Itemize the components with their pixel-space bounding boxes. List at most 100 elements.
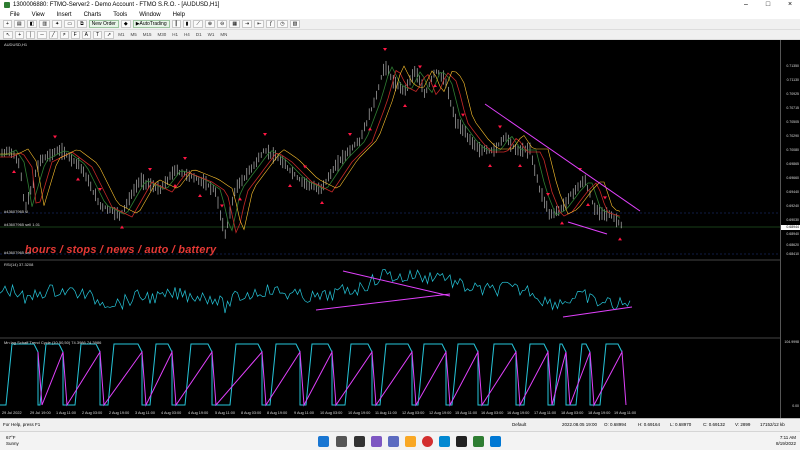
market-watch-icon[interactable]: ◧	[26, 20, 38, 28]
new-order-button[interactable]: New Order	[88, 20, 119, 28]
timeframe-h1[interactable]: H1	[170, 32, 180, 37]
tester-icon[interactable]: ⧉	[77, 20, 87, 28]
fractal-arrow	[403, 104, 407, 107]
arrows-icon[interactable]: ➚	[104, 30, 115, 39]
timeframe-m15[interactable]: M15	[141, 32, 154, 37]
bar-chart-icon[interactable]: ┃	[171, 20, 181, 28]
chart-canvas[interactable]	[0, 40, 780, 418]
crosshair-icon[interactable]: +	[15, 30, 25, 39]
symbol-label: AUDUSD,H1	[4, 42, 28, 47]
data-window-icon[interactable]: ▥	[39, 20, 51, 28]
timeframe-m1[interactable]: M1	[116, 32, 126, 37]
autoscroll-icon[interactable]: ⇥	[242, 20, 253, 28]
task-view-icon[interactable]	[354, 436, 365, 447]
timeframe-m5[interactable]: M5	[129, 32, 139, 37]
teams-icon[interactable]	[388, 436, 399, 447]
time-label: 29 Jul 2022	[2, 411, 22, 415]
current-price-box: 0.68944	[781, 225, 800, 230]
indicators-icon[interactable]: ƒ	[266, 20, 276, 28]
rsi-trendline-right[interactable]	[562, 306, 633, 318]
tile-windows-icon[interactable]: ▦	[229, 20, 241, 28]
autotrading-button[interactable]: ▶ AutoTrading	[132, 20, 170, 28]
templates-icon[interactable]: ▧	[289, 20, 301, 28]
chart-window[interactable]: AUDUSD,H1 #43607965 sl #43607965 sell 1.…	[0, 40, 780, 418]
system-clock[interactable]: 7:11 AM 8/19/2022	[776, 435, 796, 447]
order-label-sl: #43607965 sl	[4, 209, 29, 214]
fractal-arrow	[238, 197, 242, 201]
metatrader-icon[interactable]	[473, 436, 484, 447]
status-close: C: 0.69132	[703, 422, 726, 427]
time-label: 4 Aug 03:00	[161, 411, 182, 415]
maximize-icon[interactable]: □	[760, 0, 776, 10]
timeframe-mn[interactable]: MN	[218, 32, 229, 37]
edge-icon[interactable]	[439, 436, 450, 447]
text-icon[interactable]: A	[81, 30, 91, 39]
weather-widget[interactable]: 67°F Sunny	[6, 435, 19, 447]
zoom-out-icon[interactable]: ⊖	[217, 20, 228, 28]
time-label: 16 Aug 19:00	[507, 411, 530, 415]
file-explorer-icon[interactable]	[405, 436, 416, 447]
menu-help[interactable]: Help	[167, 12, 191, 18]
clock-date: 8/19/2022	[775, 441, 796, 446]
timeframe-w1[interactable]: W1	[206, 32, 217, 37]
timeframe-h4[interactable]: H4	[182, 32, 192, 37]
fractal-arrow	[288, 184, 292, 187]
menu-view[interactable]: View	[26, 12, 51, 18]
fractal-arrow	[263, 133, 267, 136]
status-profile[interactable]: Default	[512, 422, 526, 427]
time-label: 29 Jul 19:00	[30, 411, 51, 415]
status-help: For Help, press F1	[3, 422, 41, 427]
status-bar: For Help, press F1 Default 2022.08.05 19…	[0, 418, 800, 431]
fibonacci-icon[interactable]: F	[70, 30, 80, 39]
status-traffic: 17152/12 kb	[760, 422, 785, 427]
minimize-icon[interactable]: –	[738, 0, 754, 10]
vertical-line-icon[interactable]: │	[26, 30, 36, 39]
label-icon[interactable]: T	[92, 30, 103, 39]
horizontal-line-icon[interactable]: ─	[37, 30, 47, 39]
menu-charts[interactable]: Charts	[78, 12, 108, 18]
fractal-arrow	[518, 164, 522, 167]
time-label: 10 Aug 03:00	[320, 411, 343, 415]
menu-tools[interactable]: Tools	[107, 12, 133, 18]
trendline-icon[interactable]: ╱	[48, 30, 58, 39]
timeframe-m30[interactable]: M30	[156, 32, 169, 37]
time-label: 2 Aug 19:00	[109, 411, 130, 415]
tradingview-icon[interactable]	[456, 436, 467, 447]
rsi-trendline-upper[interactable]	[342, 270, 451, 297]
cursor-icon[interactable]: ↖	[3, 30, 14, 39]
profiles-icon[interactable]: ▤	[13, 20, 25, 28]
metaeditor-icon[interactable]: ◆	[120, 20, 131, 28]
widgets-icon[interactable]	[371, 436, 382, 447]
close-icon[interactable]: ×	[782, 0, 798, 10]
time-label: 9 Aug 11:00	[294, 411, 314, 415]
menu-insert[interactable]: Insert	[51, 12, 78, 18]
status-volume: V: 2899	[735, 422, 751, 427]
line-chart-icon[interactable]: ⟋	[193, 20, 203, 28]
candle-chart-icon[interactable]: ▮	[182, 20, 192, 28]
new-chart-icon[interactable]: +	[3, 20, 12, 28]
price-trendline-lower[interactable]	[567, 221, 608, 235]
menu-window[interactable]: Window	[133, 12, 166, 18]
store-icon[interactable]	[490, 436, 501, 447]
navigator-icon[interactable]: ✦	[52, 20, 63, 28]
rsi-trendline-lower[interactable]	[315, 293, 451, 311]
time-label: 18 Aug 03:00	[561, 411, 584, 415]
rsi-line	[0, 269, 631, 314]
terminal-icon[interactable]: ▭	[64, 20, 76, 28]
price-scale[interactable]: 0.71350 0.71130 0.70925 0.70715 0.70505 …	[780, 40, 800, 418]
channel-icon[interactable]: ≠	[59, 30, 69, 39]
status-low: L: 0.68970	[670, 422, 692, 427]
price-trendline-upper[interactable]	[484, 103, 641, 212]
periods-icon[interactable]: ◷	[277, 20, 288, 28]
opera-icon[interactable]	[422, 436, 433, 447]
fractal-arrow	[198, 194, 202, 197]
chart-shift-icon[interactable]: ⇤	[254, 20, 265, 28]
zoom-in-icon[interactable]: ⊕	[204, 20, 216, 28]
order-label-entry: #43607965 sell 1.01	[4, 222, 41, 227]
time-label: 16 Aug 03:00	[481, 411, 504, 415]
menu-file[interactable]: File	[4, 12, 26, 18]
search-icon[interactable]	[336, 436, 347, 447]
timeframe-d1[interactable]: D1	[194, 32, 204, 37]
moving-average-green	[0, 66, 621, 232]
start-icon[interactable]	[318, 436, 329, 447]
